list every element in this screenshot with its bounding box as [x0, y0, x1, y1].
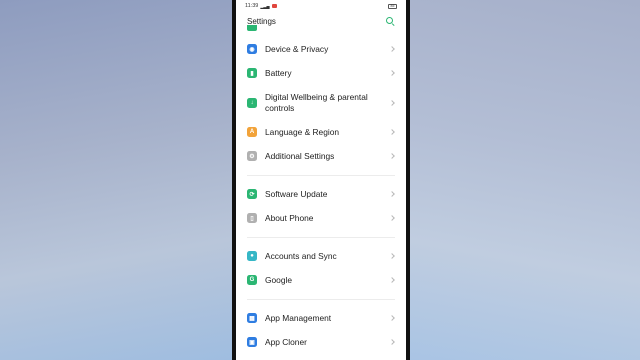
settings-item-app-management[interactable]: ▦ App Management	[236, 306, 406, 330]
partial-item	[236, 25, 406, 37]
wellbeing-icon: ↓	[247, 97, 257, 108]
user-icon: ●	[247, 251, 257, 261]
settings-list: ◉ Device & Privacy ▮ Battery ↓ Digital W…	[236, 25, 406, 354]
shield-icon: ◉	[247, 44, 257, 54]
settings-item-app-cloner[interactable]: ▣ App Cloner	[236, 330, 406, 354]
settings-item-label: Additional Settings	[265, 150, 335, 161]
google-icon: G	[247, 275, 257, 285]
gear-icon: ⚙	[247, 151, 257, 161]
update-icon: ⟳	[247, 189, 257, 199]
battery-icon: ▮	[247, 68, 257, 78]
settings-item-battery[interactable]: ▮ Battery	[236, 61, 406, 85]
status-bar: 11:39 ▂▃▅ 85	[236, 0, 406, 12]
status-time: 11:39	[245, 3, 259, 9]
security-icon	[247, 25, 257, 31]
settings-item-label: App Management	[265, 312, 332, 323]
chevron-right-icon	[389, 191, 395, 197]
chevron-right-icon	[389, 99, 395, 106]
background-left	[0, 0, 232, 360]
apps-icon: ▦	[247, 313, 257, 323]
settings-item-google[interactable]: G Google	[236, 268, 406, 292]
chevron-right-icon	[389, 153, 395, 159]
settings-item-label: Accounts and Sync	[265, 250, 337, 261]
settings-item-digital-wellbeing[interactable]: ↓ Digital Wellbeing & parental controls	[236, 85, 406, 120]
notification-icon	[271, 4, 277, 8]
phone-screen: 11:39 ▂▃▅ 85 Settings ◉ Device & Privacy…	[236, 0, 406, 360]
settings-item-label: Device & Privacy	[265, 43, 329, 54]
settings-item-label: Language & Region	[265, 126, 340, 137]
settings-item-label: Google	[265, 274, 293, 285]
background-right	[408, 0, 640, 360]
search-icon[interactable]	[386, 16, 395, 26]
chevron-right-icon	[389, 46, 395, 52]
settings-item-additional-settings[interactable]: ⚙ Additional Settings	[236, 144, 406, 168]
settings-item-accounts-sync[interactable]: ● Accounts and Sync	[236, 244, 406, 268]
settings-item-label: Digital Wellbeing & parental controls	[265, 92, 368, 113]
app-bar: Settings	[236, 12, 406, 30]
settings-item-language-region[interactable]: A Language & Region	[236, 120, 406, 144]
settings-item-label: Software Update	[265, 188, 328, 199]
clone-icon: ▣	[247, 337, 257, 347]
globe-icon: A	[247, 127, 257, 137]
chevron-right-icon	[389, 315, 395, 321]
chevron-right-icon	[389, 277, 395, 283]
chevron-right-icon	[389, 339, 395, 345]
settings-item-label: About Phone	[265, 212, 314, 223]
settings-item-device-privacy[interactable]: ◉ Device & Privacy	[236, 37, 406, 61]
settings-item-label: App Cloner	[265, 336, 307, 347]
chevron-right-icon	[389, 253, 395, 259]
chevron-right-icon	[389, 215, 395, 221]
chevron-right-icon	[389, 70, 395, 76]
settings-item-label: Battery	[265, 67, 292, 78]
settings-item-software-update[interactable]: ⟳ Software Update	[236, 182, 406, 206]
settings-item-about-phone[interactable]: ▯ About Phone	[236, 206, 406, 230]
chevron-right-icon	[389, 129, 395, 135]
info-icon: ▯	[247, 213, 257, 223]
battery-status-icon: 85	[388, 3, 397, 9]
phone-bezel-right	[406, 0, 410, 360]
signal-icon: ▂▃▅	[260, 3, 270, 9]
